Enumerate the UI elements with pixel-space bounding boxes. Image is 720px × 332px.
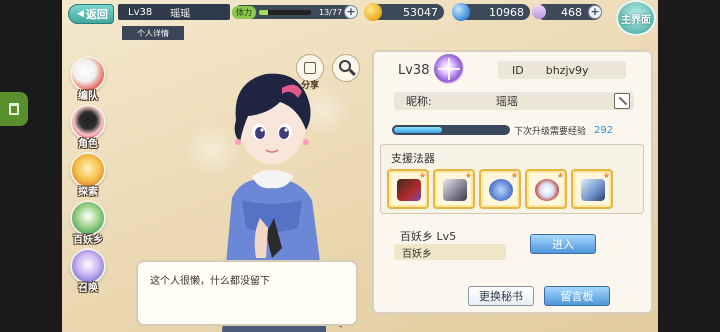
share-icon xyxy=(304,62,316,74)
home-button[interactable]: 主界面 xyxy=(616,0,656,36)
nav-label: 召唤 xyxy=(78,283,98,294)
nav-label: 角色 xyxy=(78,139,98,150)
village-level-label: 百妖乡 Lv5 xyxy=(400,230,457,243)
edit-nickname-icon[interactable] xyxy=(614,93,630,109)
star-icon: ★ xyxy=(464,171,472,180)
back-button[interactable]: ◀ 返回 xyxy=(68,4,114,24)
trash-icon xyxy=(9,103,19,115)
add-stamina-button[interactable]: + xyxy=(344,5,358,19)
tab-personal-details[interactable]: 个人详情 xyxy=(122,26,184,40)
coin-counter: 53047 xyxy=(364,3,444,21)
nav-item-character[interactable]: 角色 xyxy=(66,104,110,150)
artifact-slot-5[interactable]: ★ xyxy=(571,169,613,209)
player-id-box: ID bhzjv9y xyxy=(498,61,626,79)
support-artifacts-title: 支援法器 xyxy=(391,152,435,165)
recycle-bin-handle[interactable] xyxy=(0,92,28,126)
stamina-track xyxy=(259,9,311,15)
bell-icon xyxy=(535,179,559,201)
screen: ◀ 返回 Lv38 瑶瑶 体力 13/77 + 53047 10968 468 … xyxy=(62,0,658,332)
star-icon: ★ xyxy=(418,171,426,180)
home-label: 主界面 xyxy=(621,14,651,26)
gem-value: 10968 xyxy=(489,5,524,19)
nav-item-summon[interactable]: 召唤 xyxy=(66,248,110,294)
artifact-slot-3[interactable]: ★ xyxy=(479,169,521,209)
nav-item-team[interactable]: 编队 xyxy=(66,56,110,102)
add-crystal-button[interactable]: + xyxy=(588,5,602,19)
stamina-fill xyxy=(259,9,268,15)
change-secretary-label: 更换秘书 xyxy=(479,290,523,303)
talisman-icon xyxy=(489,179,513,201)
enter-village-button[interactable]: 进入 xyxy=(530,234,596,254)
village-name: 百妖乡 xyxy=(402,248,432,260)
search-button[interactable] xyxy=(332,54,360,82)
player-level-bar: Lv38 瑶瑶 xyxy=(118,4,230,20)
star-icon: ★ xyxy=(556,171,564,180)
level-orb-icon xyxy=(434,54,464,84)
stamina-value: 13/77 xyxy=(319,7,343,17)
support-artifacts: 支援法器 ★ ★ ★ ★ ★ xyxy=(380,144,644,214)
stamina-label: 体力 xyxy=(232,5,256,19)
star-icon: ★ xyxy=(602,171,610,180)
nickname-label: 昵称: xyxy=(406,95,432,108)
signature-bubble[interactable]: 这个人很懒，什么都没留下 xyxy=(136,260,358,326)
exp-value: 292 xyxy=(594,124,614,136)
trident-icon xyxy=(581,179,605,201)
stamina-bar: 体力 13/77 xyxy=(232,5,354,19)
profile-level: Lv38 xyxy=(398,63,430,78)
nav-label: 百妖乡 xyxy=(73,235,103,246)
message-board-button[interactable]: 留言板 xyxy=(544,286,610,306)
signature-text: 这个人很懒，什么都没留下 xyxy=(150,276,270,287)
gem-icon xyxy=(452,3,470,21)
village-name-box: 百妖乡 xyxy=(394,244,506,260)
crystal-icon xyxy=(529,2,549,22)
change-secretary-button[interactable]: 更换秘书 xyxy=(468,286,534,306)
nickname-row: 昵称: 瑶瑶 xyxy=(394,92,634,110)
exp-fill xyxy=(394,127,442,133)
message-board-label: 留言板 xyxy=(560,290,594,303)
id-value: bhzjv9y xyxy=(545,63,589,77)
enter-label: 进入 xyxy=(552,238,574,251)
tab-label: 个人详情 xyxy=(137,28,169,38)
share-label: 分享 xyxy=(300,81,319,91)
nav-label: 探索 xyxy=(78,187,98,198)
coin-value: 53047 xyxy=(403,5,438,19)
back-arrow-icon: ◀ xyxy=(77,9,84,19)
crystal-value: 468 xyxy=(561,5,582,19)
top-bar: ◀ 返回 Lv38 瑶瑶 体力 13/77 + 53047 10968 468 … xyxy=(62,0,658,24)
coin-icon xyxy=(364,3,382,21)
exp-label: 下次升级需要经验 xyxy=(514,126,587,137)
artifact-slot-2[interactable]: ★ xyxy=(433,169,475,209)
exp-track xyxy=(392,125,510,135)
back-label: 返回 xyxy=(85,8,108,21)
bow-icon xyxy=(443,179,467,201)
nav-item-explore[interactable]: 探索 xyxy=(66,152,110,198)
side-nav: 编队 角色 探索 百妖乡 召唤 xyxy=(66,56,110,296)
star-icon: ★ xyxy=(510,171,518,180)
nav-label: 编队 xyxy=(78,91,98,102)
artifact-slot-4[interactable]: ★ xyxy=(525,169,567,209)
gem-counter: 10968 xyxy=(452,3,530,21)
player-name: 瑶瑶 xyxy=(170,8,191,20)
profile-panel: Lv38 ID bhzjv9y 昵称: 瑶瑶 下次升级需要经验 292 支援法器… xyxy=(372,50,653,314)
nickname-value: 瑶瑶 xyxy=(496,95,518,108)
weapon-scroll-icon xyxy=(397,179,421,201)
player-level: Lv38 xyxy=(128,6,153,18)
exp-row: 下次升级需要经验 292 xyxy=(392,123,642,137)
artifact-slot-1[interactable]: ★ xyxy=(387,169,429,209)
id-label: ID xyxy=(512,63,524,77)
nav-item-village[interactable]: 百妖乡 xyxy=(66,200,110,246)
